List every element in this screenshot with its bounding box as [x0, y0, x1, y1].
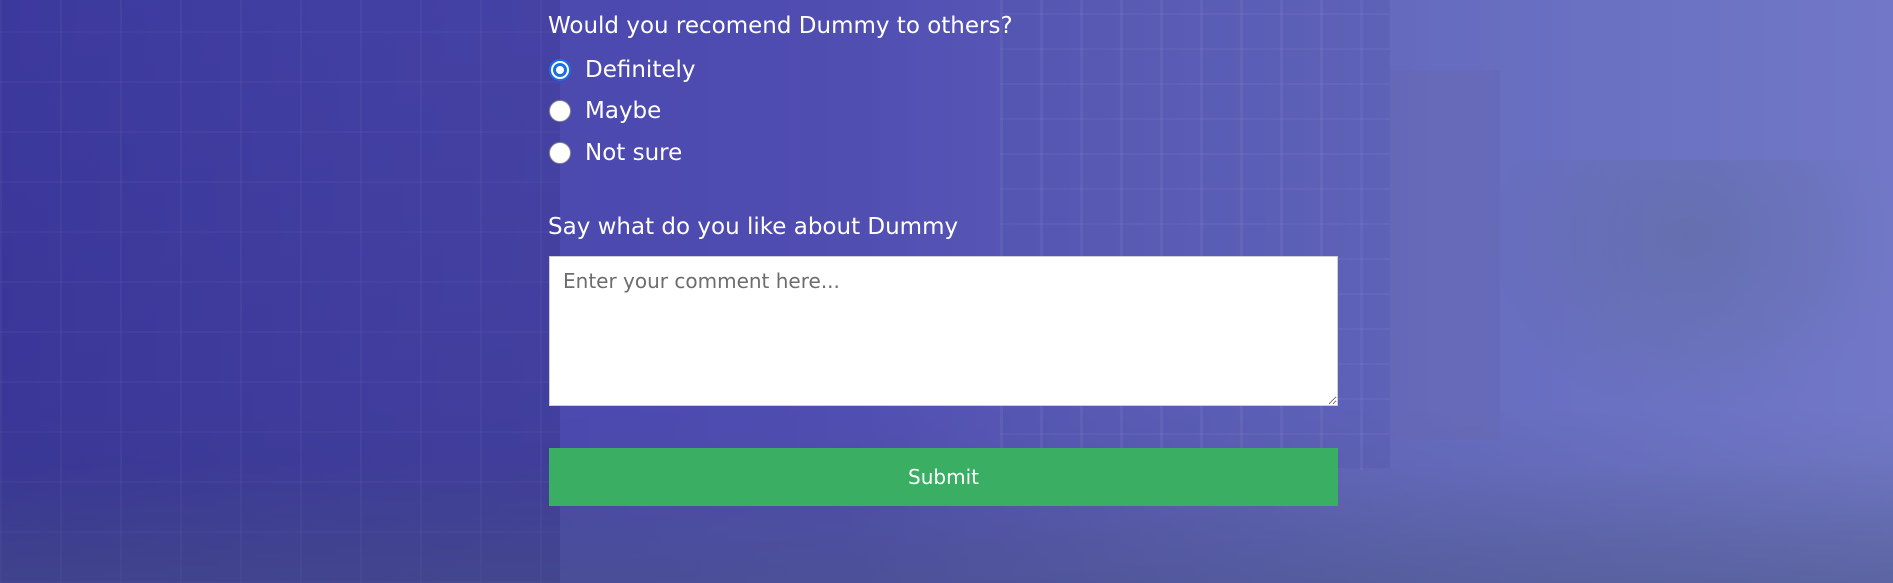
- radio-label-maybe: Maybe: [585, 98, 662, 124]
- radio-button-not-sure[interactable]: [549, 142, 571, 164]
- radio-label-definitely: Definitely: [585, 57, 696, 83]
- radio-button-maybe[interactable]: [549, 100, 571, 122]
- radio-option-definitely[interactable]: Definitely: [548, 55, 696, 85]
- comment-textarea[interactable]: [549, 256, 1338, 406]
- radio-option-not-sure[interactable]: Not sure: [548, 138, 682, 168]
- radio-option-maybe[interactable]: Maybe: [548, 96, 661, 126]
- radio-button-definitely[interactable]: [549, 59, 571, 81]
- comment-label: Say what do you like about Dummy: [548, 214, 959, 240]
- radio-label-not-sure: Not sure: [585, 140, 683, 166]
- recommend-question-label: Would you recomend Dummy to others?: [548, 13, 1013, 39]
- submit-button[interactable]: Submit: [549, 448, 1338, 506]
